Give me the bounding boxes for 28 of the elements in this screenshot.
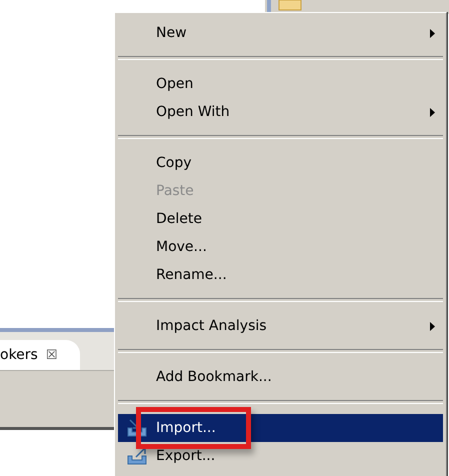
menu-item[interactable]: Open With (118, 98, 443, 126)
menu-label: New (156, 25, 188, 41)
menu-label: Export... (156, 448, 216, 464)
menu-label: Delete (156, 211, 203, 227)
menu-item[interactable]: Import... (118, 414, 443, 442)
menu-item[interactable]: Impact Analysis (118, 312, 443, 340)
menu-label: Add Bookmark... (156, 369, 273, 385)
view-tab[interactable]: okers ☒ (0, 340, 80, 370)
import-icon (127, 419, 147, 437)
menu-item[interactable]: Open (118, 70, 443, 98)
menu-label: Move... (156, 239, 208, 255)
menu-label: Paste (156, 183, 195, 199)
menu-item[interactable]: Export... (118, 442, 443, 470)
menu-label: Rename... (156, 267, 228, 283)
tab-label: okers (0, 347, 38, 363)
menu-item[interactable]: Move... (118, 233, 443, 261)
close-icon[interactable]: ☒ (46, 348, 58, 362)
menu-label: Open With (156, 104, 231, 120)
menu-item[interactable]: Delete (118, 205, 443, 233)
menu-label: Copy (156, 155, 193, 171)
menu-item[interactable]: Add Bookmark... (118, 363, 443, 391)
menu-item[interactable]: New (118, 19, 443, 47)
menu-label: Open (156, 76, 194, 92)
menu-label: Import... (156, 420, 217, 436)
menu-item[interactable]: Rename... (118, 261, 443, 289)
menu-label: Impact Analysis (156, 318, 268, 334)
menu-item[interactable]: Copy (118, 149, 443, 177)
export-icon (127, 447, 147, 465)
